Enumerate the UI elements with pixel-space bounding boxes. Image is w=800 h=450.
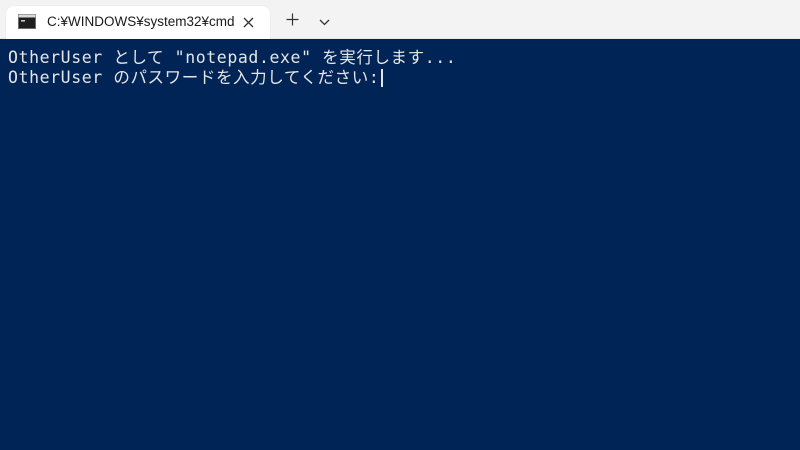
- tab-title: C:¥WINDOWS¥system32¥cmd: [47, 14, 235, 29]
- console-output[interactable]: OtherUser として "notepad.exe" を実行します... Ot…: [0, 40, 800, 450]
- close-icon[interactable]: [240, 14, 256, 30]
- tab-dropdown-button[interactable]: [312, 10, 336, 34]
- terminal-window: C:¥WINDOWS¥system32¥cmd OtherUser として "n…: [0, 0, 800, 450]
- terminal-icon: [18, 14, 36, 29]
- plus-icon: [286, 13, 299, 31]
- new-tab-button[interactable]: [280, 10, 304, 34]
- tab-cmd[interactable]: C:¥WINDOWS¥system32¥cmd: [6, 6, 270, 39]
- console-line-text: OtherUser として "notepad.exe" を実行します...: [8, 48, 457, 67]
- console-line-text: OtherUser のパスワードを入力してください:: [8, 68, 380, 87]
- text-cursor: [381, 69, 384, 87]
- title-bar: C:¥WINDOWS¥system32¥cmd: [0, 0, 800, 39]
- console-line: OtherUser として "notepad.exe" を実行します...: [8, 48, 792, 68]
- chevron-down-icon: [319, 13, 330, 31]
- console-line: OtherUser のパスワードを入力してください:: [8, 68, 792, 88]
